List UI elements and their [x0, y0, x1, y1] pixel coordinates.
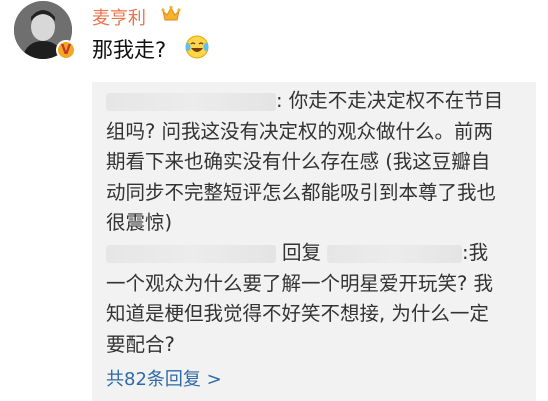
- reply-item[interactable]: 回复:我一个观众为什么要了解一个明星爱开玩笑? 我知道是梗但我觉得不好笑不想接,…: [106, 238, 506, 360]
- laughing-tears-emoji-icon: [184, 34, 210, 64]
- blurred-target-username: [327, 244, 463, 263]
- reply-item[interactable]: : 你走不走决定权不在节目组吗? 问我这没有决定权的观众做什么。前两期看下来也确…: [106, 86, 506, 239]
- blurred-username: [106, 244, 276, 263]
- more-replies-link[interactable]: 共82条回复 >: [106, 365, 222, 391]
- crown-icon: [161, 5, 181, 27]
- blurred-username: [106, 92, 276, 111]
- verified-badge-icon: V: [56, 40, 76, 60]
- username[interactable]: 麦亨利: [92, 4, 146, 30]
- reply-text: : 你走不走决定权不在节目组吗? 问我这没有决定权的观众做什么。前两期看下来也确…: [106, 89, 504, 234]
- reply-word: 回复: [282, 241, 322, 264]
- comment-text: 那我走?: [92, 38, 167, 62]
